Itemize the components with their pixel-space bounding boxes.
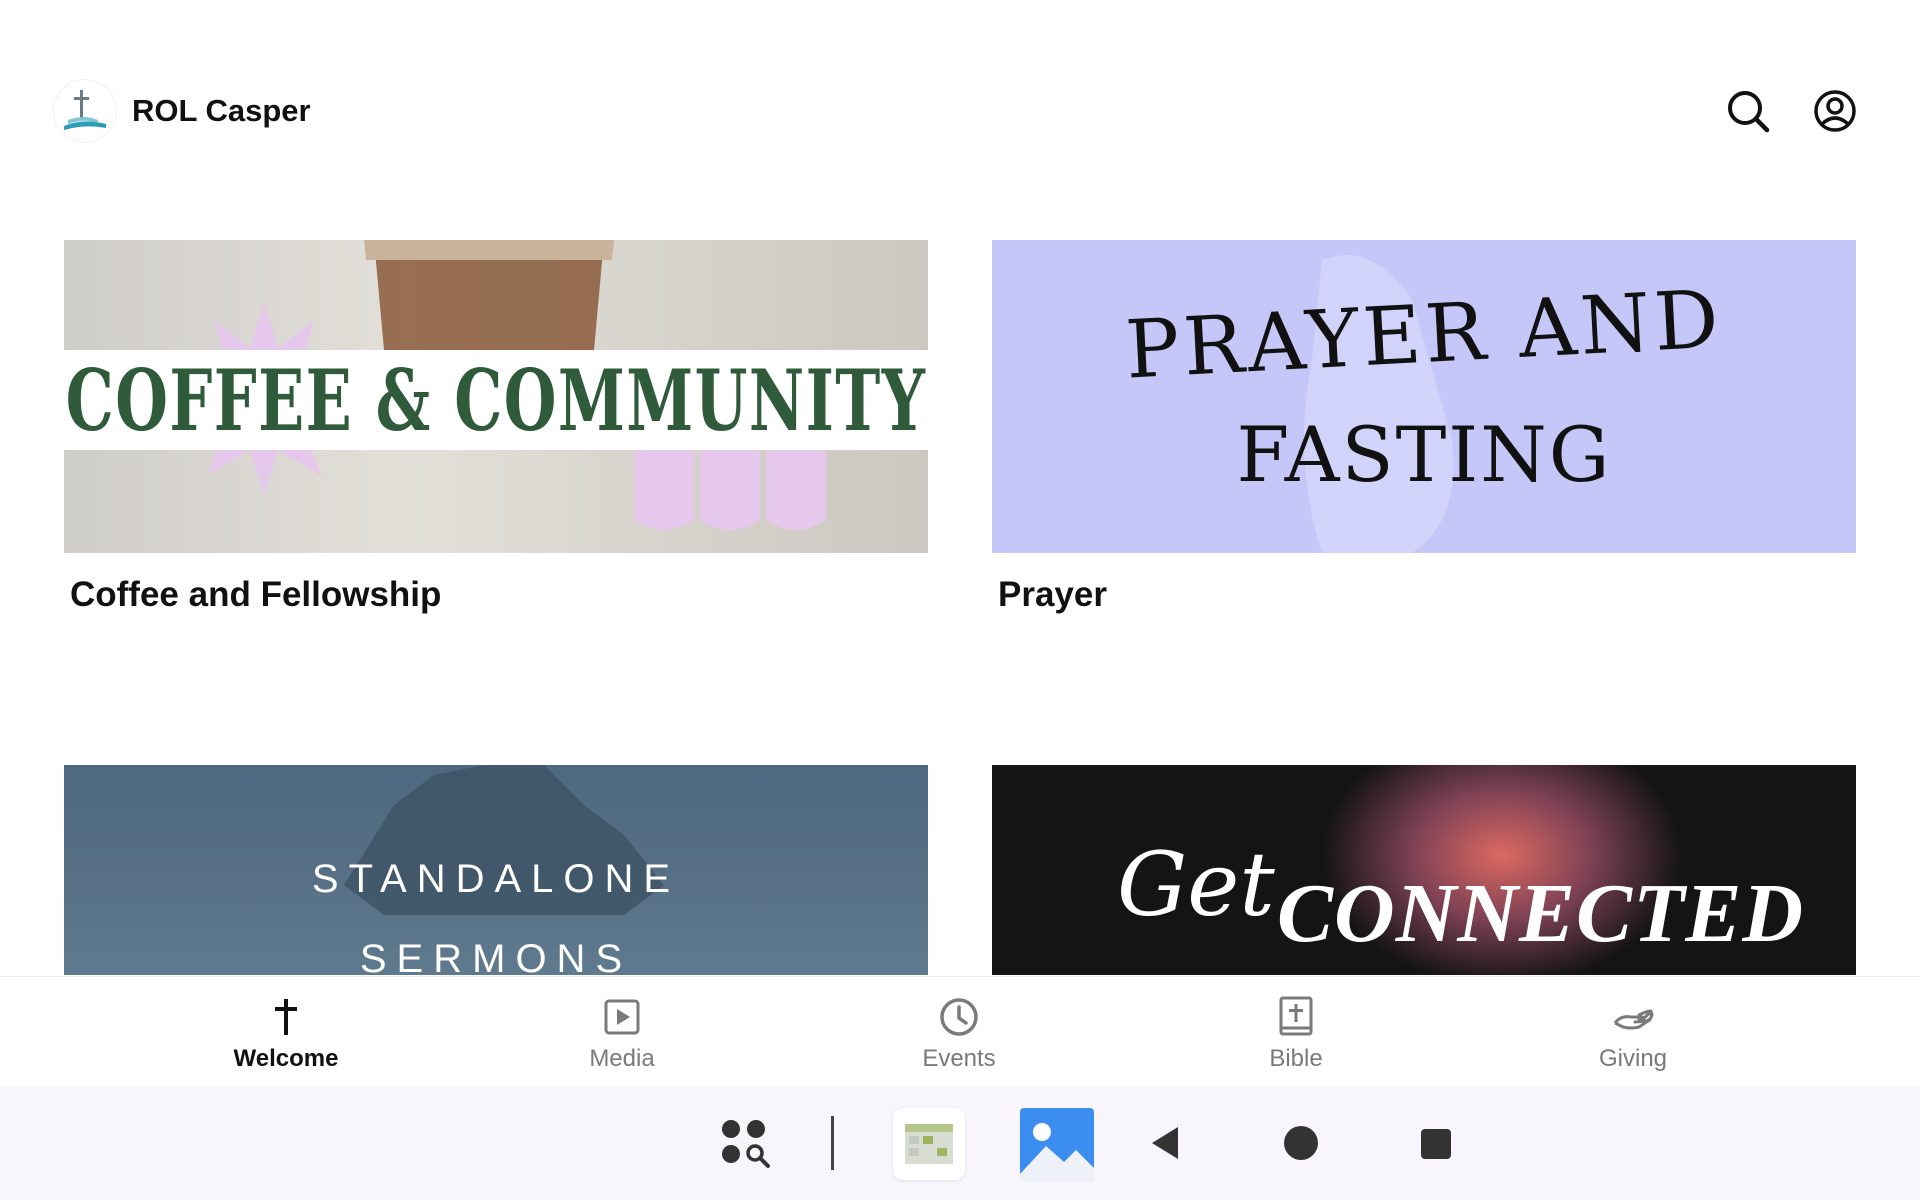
app-header: ROL Casper (0, 0, 1920, 180)
coffee-banner-text: COFFEE & COMMUNITY (65, 350, 927, 450)
tab-media[interactable]: Media (522, 977, 722, 1087)
prayer-banner-line2: FASTING (1236, 410, 1612, 499)
bible-icon (1274, 995, 1318, 1039)
sermons-banner-line1: STANDALONE (311, 857, 681, 901)
cross-icon (264, 995, 308, 1039)
tab-events[interactable]: Events (859, 977, 1059, 1087)
giving-hand-icon (1611, 995, 1655, 1039)
calendar-app-icon[interactable] (893, 1108, 965, 1180)
card-coffee-and-fellowship[interactable]: COFFEE & COMMUNITY Coffee and Fellowship (64, 240, 928, 630)
bottom-tab-bar: Welcome Media Events Bible Giving (0, 976, 1920, 1086)
card-get-connected[interactable]: Get CONNECTED (992, 765, 1856, 975)
system-nav-bar (0, 1086, 1920, 1200)
connected-banner-script: Get (1117, 833, 1275, 936)
app-drawer-search-icon[interactable] (720, 1118, 778, 1179)
gallery-app-icon[interactable] (1020, 1108, 1094, 1182)
app-title: ROL Casper (132, 93, 311, 128)
back-icon[interactable] (1148, 1124, 1182, 1167)
card-caption: Prayer (998, 575, 1107, 614)
recents-icon[interactable] (1420, 1128, 1452, 1165)
card-banner-sermons: STANDALONE SERMONS (64, 765, 928, 975)
search-icon (1728, 91, 1770, 133)
connected-banner-word: CONNECTED (1277, 867, 1805, 960)
search-button[interactable] (1721, 84, 1775, 138)
sermons-banner-line2: SERMONS (359, 937, 633, 975)
clock-icon (937, 995, 981, 1039)
card-caption: Coffee and Fellowship (70, 575, 442, 614)
card-standalone-sermons[interactable]: STANDALONE SERMONS (64, 765, 928, 975)
church-logo[interactable] (54, 80, 116, 142)
play-square-icon (600, 995, 644, 1039)
tab-giving[interactable]: Giving (1533, 977, 1733, 1087)
card-banner-coffee: COFFEE & COMMUNITY (64, 240, 928, 553)
account-icon (1814, 90, 1856, 132)
nav-divider (831, 1116, 834, 1170)
card-prayer[interactable]: PRAYER AND FASTING Prayer (992, 240, 1856, 630)
account-button[interactable] (1808, 84, 1862, 138)
card-banner-connected: Get CONNECTED (992, 765, 1856, 975)
tab-welcome[interactable]: Welcome (186, 977, 386, 1087)
tab-bible[interactable]: Bible (1196, 977, 1396, 1087)
home-icon[interactable] (1282, 1124, 1320, 1167)
card-banner-prayer: PRAYER AND FASTING (992, 240, 1856, 553)
